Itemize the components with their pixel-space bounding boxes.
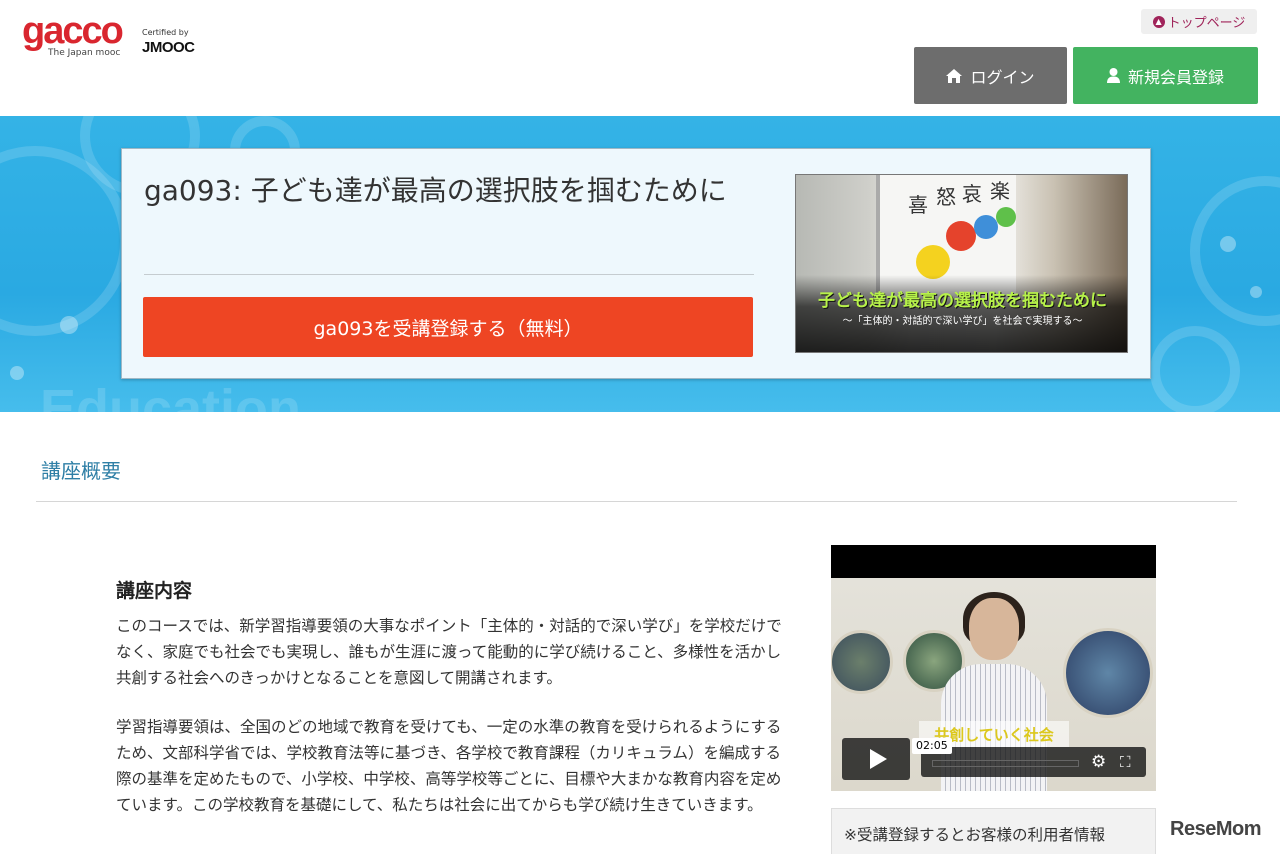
thumbnail-subcaption: ～「主体的・対話的で深い学び」を社会で実現する～ [842, 316, 1083, 327]
section-divider [36, 501, 1237, 502]
thumbnail-kanji: 楽 [990, 179, 1010, 203]
thumbnail-kanji: 哀 [962, 182, 982, 206]
time-tooltip: 02:05 [912, 738, 952, 754]
banner-decoration [1150, 326, 1240, 412]
painting [831, 630, 893, 694]
play-button[interactable] [842, 738, 910, 780]
progress-bar[interactable] [932, 760, 1079, 767]
toppage-link[interactable]: ▲ トップページ [1141, 9, 1257, 34]
home-icon [946, 68, 963, 83]
login-button[interactable]: ログイン [914, 47, 1067, 104]
banner-dot [60, 316, 78, 334]
banner-dot [1220, 236, 1236, 252]
content-heading: 講座内容 [116, 580, 193, 602]
yellow-face-icon [916, 245, 950, 279]
video-controls: ⚙ ⛶ [921, 747, 1146, 777]
thumbnail-kanji: 喜 [908, 193, 928, 217]
course-title: ga093: 子ども達が最高の選択肢を掴むために [144, 174, 727, 207]
login-label: ログイン [970, 67, 1035, 87]
course-thumbnail: 喜 怒 哀 楽 子ども達が最高の選択肢を掴むために ～「主体的・対話的で深い学び… [795, 174, 1128, 353]
thumbnail-caption: 子ども達が最高の選択肢を掴むために [818, 291, 1107, 311]
notice-text: ※受講登録するとお客様の利用者情報 [844, 826, 1105, 844]
course-card: ga093: 子ども達が最高の選択肢を掴むために ga093を受講登録する（無料… [121, 148, 1151, 379]
section-title: 講座概要 [41, 459, 121, 483]
gear-icon[interactable]: ⚙ [1091, 753, 1106, 771]
resemom-watermark: ReseMom [1170, 818, 1261, 840]
blue-face-icon [974, 215, 998, 239]
notice-box: ※受講登録するとお客様の利用者情報 [831, 808, 1156, 854]
chevron-up-circle-icon: ▲ [1152, 15, 1165, 28]
enroll-button[interactable]: ga093を受講登録する（無料） [143, 297, 753, 357]
gacco-logo[interactable]: gacco The Japan mooc [22, 10, 124, 58]
video-player[interactable]: 共創していく社会 ⚙ ⛶ 02:05 [831, 545, 1156, 791]
register-label: 新規会員登録 [1127, 67, 1224, 87]
banner-background-text: Education [40, 379, 302, 412]
banner-dot [10, 366, 24, 380]
presenter-face [969, 598, 1019, 660]
play-icon [869, 749, 887, 769]
content-paragraph: このコースでは、新学習指導要領の大事なポイント「主体的・対話的で深い学び」を学校… [116, 617, 782, 687]
content-paragraph: 学習指導要領は、全国のどの地域で教育を受けても、一定の水準の教育を受けられるよう… [116, 718, 782, 814]
jmooc-logo: JMOOC [142, 39, 195, 56]
logo-text: gacco [22, 10, 124, 52]
divider [144, 274, 754, 275]
thumbnail-kanji: 怒 [936, 185, 956, 209]
banner-dot [1250, 286, 1262, 298]
red-face-icon [946, 221, 976, 251]
painting [1063, 628, 1153, 718]
user-icon [1106, 68, 1120, 83]
certified-label: Certified by [142, 28, 189, 37]
toppage-label: トップページ [1167, 16, 1246, 31]
green-face-icon [996, 207, 1016, 227]
register-button[interactable]: 新規会員登録 [1073, 47, 1258, 104]
fullscreen-icon[interactable]: ⛶ [1120, 753, 1131, 771]
site-header: gacco The Japan mooc Certified by JMOOC … [0, 0, 1280, 116]
banner-decoration [1190, 176, 1280, 326]
logo-subtitle: The Japan mooc [48, 48, 121, 58]
jmooc-certification: Certified by JMOOC [142, 28, 195, 56]
